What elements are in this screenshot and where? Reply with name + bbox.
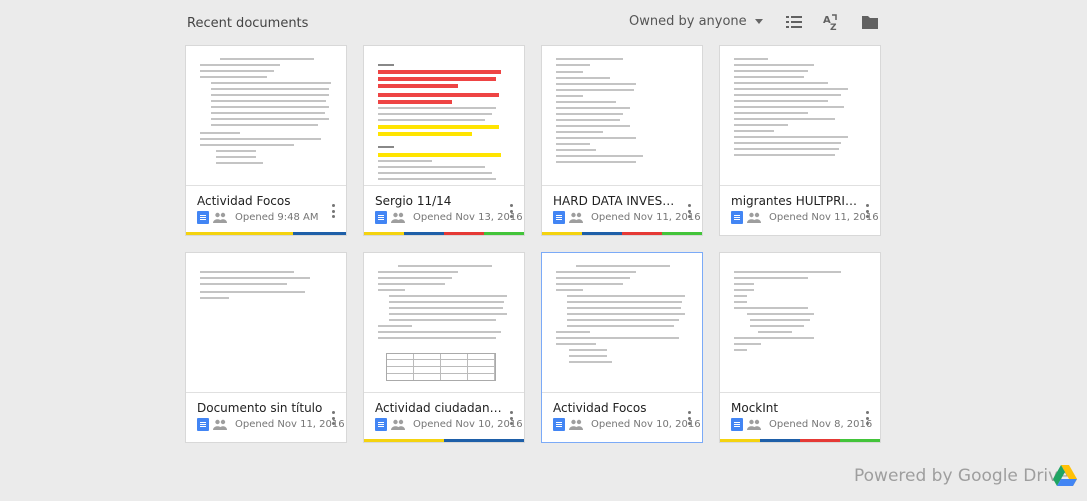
document-meta: Opened Nov 8, 2016: [731, 418, 872, 431]
document-card[interactable]: migrantes HULTPRIZE Opened Nov 11, 2016: [719, 45, 881, 236]
document-title: Actividad ciudadana para...: [375, 401, 503, 415]
list-view-icon[interactable]: [783, 12, 805, 32]
document-meta: Opened 9:48 AM: [197, 211, 319, 224]
color-strip: [542, 232, 702, 235]
thumbnail-table: [386, 353, 496, 381]
document-meta: Opened Nov 10, 2016: [553, 418, 701, 431]
owner-filter-label: Owned by anyone: [629, 14, 747, 29]
opened-date: Opened Nov 8, 2016: [769, 419, 873, 430]
color-strip: [364, 232, 524, 235]
google-docs-icon: [553, 211, 565, 224]
document-thumbnail: [542, 46, 702, 186]
documents-grid: Actividad Focos Opened 9:48 AM Sergio 11…: [185, 45, 882, 443]
opened-date: Opened Nov 11, 2016: [235, 419, 345, 430]
color-strip: [364, 439, 524, 442]
document-title: Actividad Focos: [197, 194, 291, 208]
shared-people-icon: [391, 419, 405, 430]
google-docs-icon: [553, 418, 565, 431]
more-options-icon[interactable]: [866, 411, 870, 425]
sort-az-icon[interactable]: AZ: [820, 12, 842, 33]
document-meta: Opened Nov 11, 2016: [197, 418, 345, 431]
more-options-icon[interactable]: [332, 411, 336, 425]
document-card[interactable]: Sergio 11/14 Opened Nov 13, 2016: [363, 45, 525, 236]
chevron-down-icon: [754, 19, 763, 24]
more-options-icon[interactable]: [510, 411, 514, 425]
svg-text:Z: Z: [830, 23, 837, 32]
more-options-icon[interactable]: [332, 204, 336, 218]
shared-people-icon: [747, 212, 761, 223]
document-card-selected[interactable]: Actividad Focos Opened Nov 10, 2016: [541, 252, 703, 443]
more-options-icon[interactable]: [688, 204, 692, 218]
owner-filter-dropdown[interactable]: Owned by anyone: [629, 14, 763, 29]
opened-date: Opened 9:48 AM: [235, 212, 319, 223]
google-drive-logo-icon: [1052, 464, 1078, 488]
more-options-icon[interactable]: [866, 204, 870, 218]
top-bar: Recent documents Owned by anyone AZ: [0, 0, 1087, 44]
document-title: Actividad Focos: [553, 401, 647, 415]
document-meta: Opened Nov 13, 2016: [375, 211, 523, 224]
section-title: Recent documents: [187, 16, 309, 31]
google-docs-icon: [375, 418, 387, 431]
document-title: MockInt: [731, 401, 779, 415]
opened-date: Opened Nov 13, 2016: [413, 212, 523, 223]
document-meta: Opened Nov 10, 2016: [375, 418, 523, 431]
document-card[interactable]: Actividad Focos Opened 9:48 AM: [185, 45, 347, 236]
opened-date: Opened Nov 11, 2016: [769, 212, 879, 223]
shared-people-icon: [569, 212, 583, 223]
more-options-icon[interactable]: [510, 204, 514, 218]
document-thumbnail: [364, 46, 524, 186]
document-card[interactable]: HARD DATA INVESTIGAT... Opened Nov 11, 2…: [541, 45, 703, 236]
document-card[interactable]: MockInt Opened Nov 8, 2016: [719, 252, 881, 443]
document-thumbnail: [186, 253, 346, 393]
document-thumbnail: [542, 253, 702, 393]
shared-people-icon: [213, 419, 227, 430]
shared-people-icon: [213, 212, 227, 223]
document-meta: Opened Nov 11, 2016: [731, 211, 879, 224]
document-thumbnail: [720, 253, 880, 393]
document-meta: Opened Nov 11, 2016: [553, 211, 701, 224]
color-strip: [186, 232, 346, 235]
google-docs-icon: [197, 418, 209, 431]
document-title: Sergio 11/14: [375, 194, 452, 208]
shared-people-icon: [391, 212, 405, 223]
document-thumbnail: [720, 46, 880, 186]
google-docs-icon: [197, 211, 209, 224]
google-docs-icon: [731, 211, 743, 224]
powered-by-text: Powered by Google Drive: [854, 466, 1069, 486]
document-thumbnail: [186, 46, 346, 186]
document-card[interactable]: Actividad ciudadana para... Opened Nov 1…: [363, 252, 525, 443]
document-title: Documento sin título: [197, 401, 323, 415]
opened-date: Opened Nov 11, 2016: [591, 212, 701, 223]
more-options-icon[interactable]: [688, 411, 692, 425]
folder-icon[interactable]: [859, 12, 881, 32]
opened-date: Opened Nov 10, 2016: [591, 419, 701, 430]
google-docs-icon: [731, 418, 743, 431]
document-title: migrantes HULTPRIZE: [731, 194, 859, 208]
document-card[interactable]: Documento sin título Opened Nov 11, 2016: [185, 252, 347, 443]
shared-people-icon: [747, 419, 761, 430]
google-docs-icon: [375, 211, 387, 224]
opened-date: Opened Nov 10, 2016: [413, 419, 523, 430]
shared-people-icon: [569, 419, 583, 430]
document-thumbnail: [364, 253, 524, 393]
document-title: HARD DATA INVESTIGAT...: [553, 194, 681, 208]
color-strip: [720, 439, 880, 442]
